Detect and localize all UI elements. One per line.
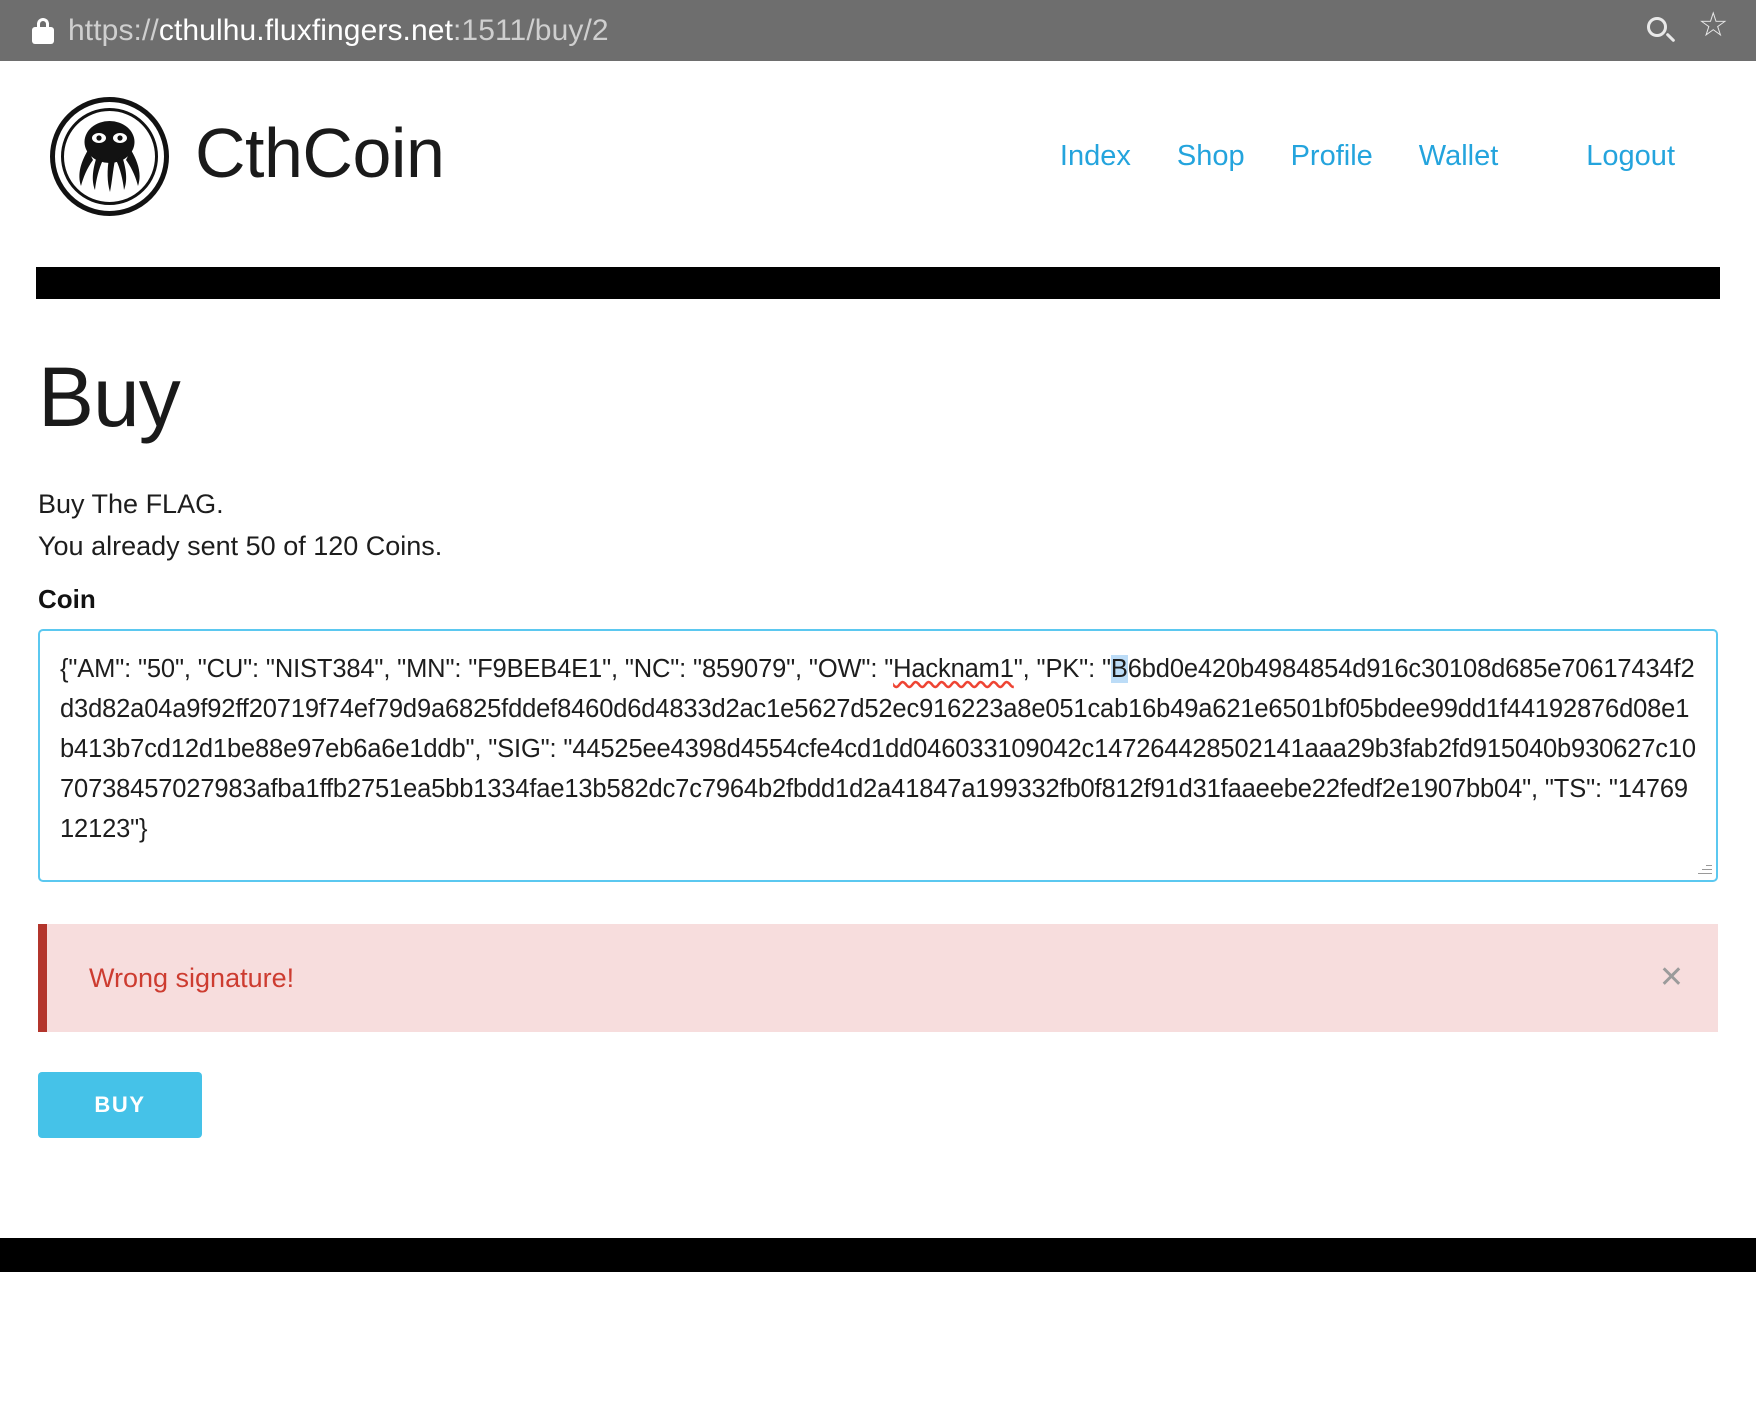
coin-field-label: Coin [38, 584, 96, 615]
header-divider-bar [36, 267, 1720, 299]
lock-icon [32, 17, 54, 44]
page-container: CthCoin Index Shop Profile Wallet Logout… [0, 61, 1756, 1139]
nav-item-index[interactable]: Index [1037, 140, 1154, 173]
nav-item-shop[interactable]: Shop [1154, 140, 1268, 173]
url-text: https://cthulhu.fluxfingers.net:1511/buy… [68, 14, 609, 48]
page-title: Buy [38, 350, 181, 444]
browser-toolbar: https://cthulhu.fluxfingers.net:1511/buy… [0, 0, 1756, 61]
nav-item-profile[interactable]: Profile [1268, 140, 1396, 173]
coins-status-text: You already sent 50 of 120 Coins. [38, 531, 443, 562]
footer-bar [0, 1238, 1756, 1273]
coin-input[interactable]: {"AM": "50", "CU": "NIST384", "MN": "F9B… [38, 629, 1718, 883]
main-nav: Index Shop Profile Wallet Logout [1037, 140, 1698, 173]
error-alert-message: Wrong signature! [89, 962, 295, 993]
brand[interactable]: CthCoin [50, 96, 445, 216]
star-icon[interactable]: ☆ [1698, 8, 1732, 48]
url-host: cthulhu.fluxfingers.net [158, 13, 453, 47]
description-text: Buy The FLAG. [38, 489, 224, 519]
page-description: Buy The FLAG. You already sent 50 of 120… [38, 485, 1718, 566]
nav-item-wallet[interactable]: Wallet [1396, 140, 1522, 173]
url-scheme: https:// [68, 13, 159, 47]
close-icon[interactable]: ✕ [1655, 957, 1688, 999]
coin-json-part-3: 6bd0e420b4984854d916c30108d685e70617434f… [60, 655, 1696, 844]
browser-actions: ☆ [1644, 8, 1738, 48]
site-header: CthCoin Index Shop Profile Wallet Logout [36, 61, 1720, 251]
search-icon[interactable] [1644, 14, 1678, 48]
error-alert: Wrong signature! ✕ [38, 924, 1718, 1033]
address-bar[interactable]: https://cthulhu.fluxfingers.net:1511/buy… [24, 14, 1644, 48]
main-content: Buy Buy The FLAG. You already sent 50 of… [36, 350, 1720, 1139]
buy-button[interactable]: BUY [38, 1072, 202, 1139]
brand-name: CthCoin [195, 114, 445, 192]
coin-owner-value: Hacknam1 [893, 655, 1014, 684]
cthulhu-logo-icon [50, 96, 169, 216]
coin-input-value: {"AM": "50", "CU": "NIST384", "MN": "F9B… [60, 649, 1696, 849]
coin-json-part-2: ", "PK": " [1013, 655, 1111, 684]
nav-item-logout[interactable]: Logout [1563, 140, 1698, 173]
coin-json-part-1: {"AM": "50", "CU": "NIST384", "MN": "F9B… [60, 655, 894, 684]
url-path: :1511/buy/2 [453, 13, 609, 47]
coin-selected-character: B [1110, 655, 1128, 684]
textarea-resize-handle[interactable] [1696, 860, 1712, 876]
